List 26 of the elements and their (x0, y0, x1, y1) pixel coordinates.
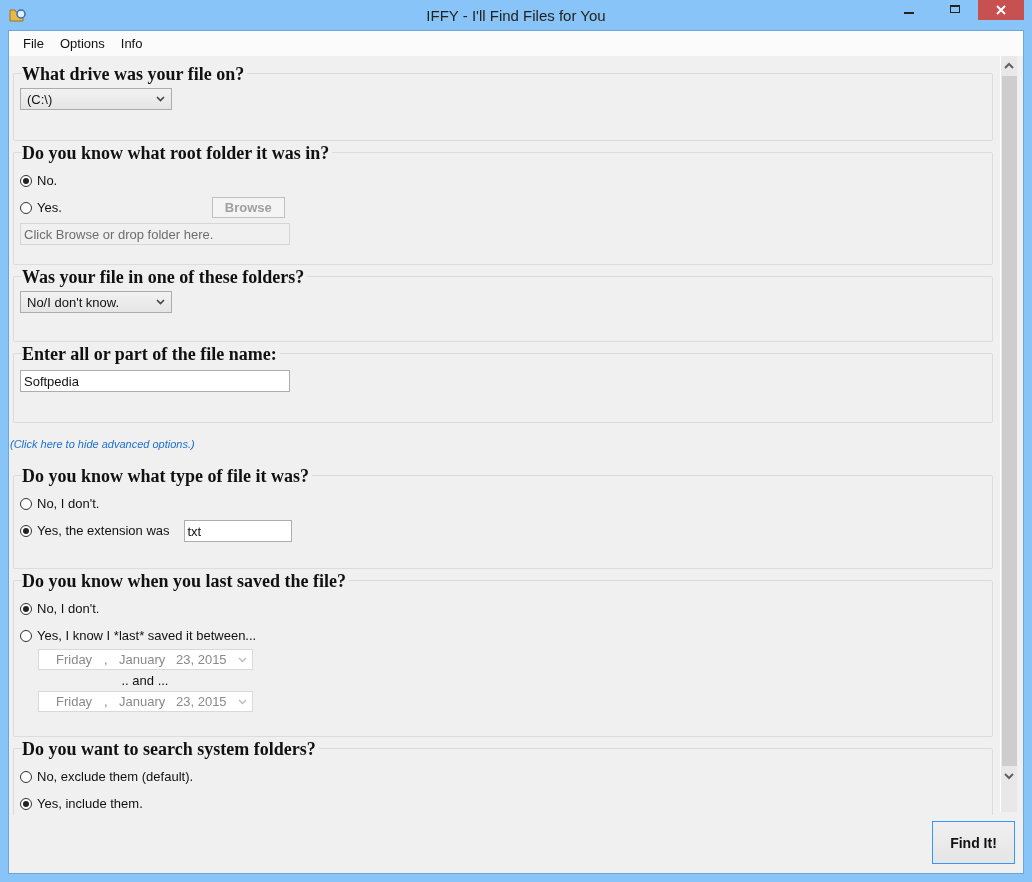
extension-field[interactable]: txt (183, 519, 292, 542)
radio-option[interactable]: Yes, I know I *last* saved it between... (20, 628, 257, 643)
close-icon[interactable] (978, 0, 1024, 20)
radio-option[interactable]: No, exclude them (default). (20, 769, 194, 784)
window-title: IFFY - I'll Find Files for You (426, 6, 606, 24)
find-button[interactable]: Find It! (932, 821, 1015, 864)
scroll-down-icon[interactable] (1004, 772, 1014, 780)
radio-option[interactable]: Yes, include them. (20, 796, 143, 811)
hide-advanced-link[interactable]: (Click here to hide advanced options.) (10, 438, 195, 450)
menu-item[interactable]: File (15, 34, 52, 53)
range-separator-text: .. and ... (120, 673, 170, 688)
radio-option[interactable]: Yes, the extension was (20, 523, 170, 538)
caret-icon[interactable] (156, 299, 165, 305)
text-field[interactable]: Softpedia (20, 370, 290, 392)
vertical-scrollbar[interactable] (1000, 56, 1017, 812)
scroll-up-icon[interactable] (1004, 62, 1014, 70)
folder-magnifier-icon (9, 7, 27, 23)
radio-option[interactable]: No, I don't. (20, 601, 100, 616)
caret-icon[interactable] (156, 96, 165, 102)
menu-item[interactable]: Options (51, 34, 113, 53)
dropdown[interactable]: No/I don't know. (20, 291, 172, 313)
menu-item[interactable]: Info (112, 34, 151, 53)
radio-option[interactable]: No, I don't. (20, 496, 100, 511)
radio-option[interactable]: No. (20, 173, 58, 188)
dropdown[interactable]: (C:\) (20, 88, 172, 110)
radio-option[interactable]: Yes. (20, 200, 62, 215)
